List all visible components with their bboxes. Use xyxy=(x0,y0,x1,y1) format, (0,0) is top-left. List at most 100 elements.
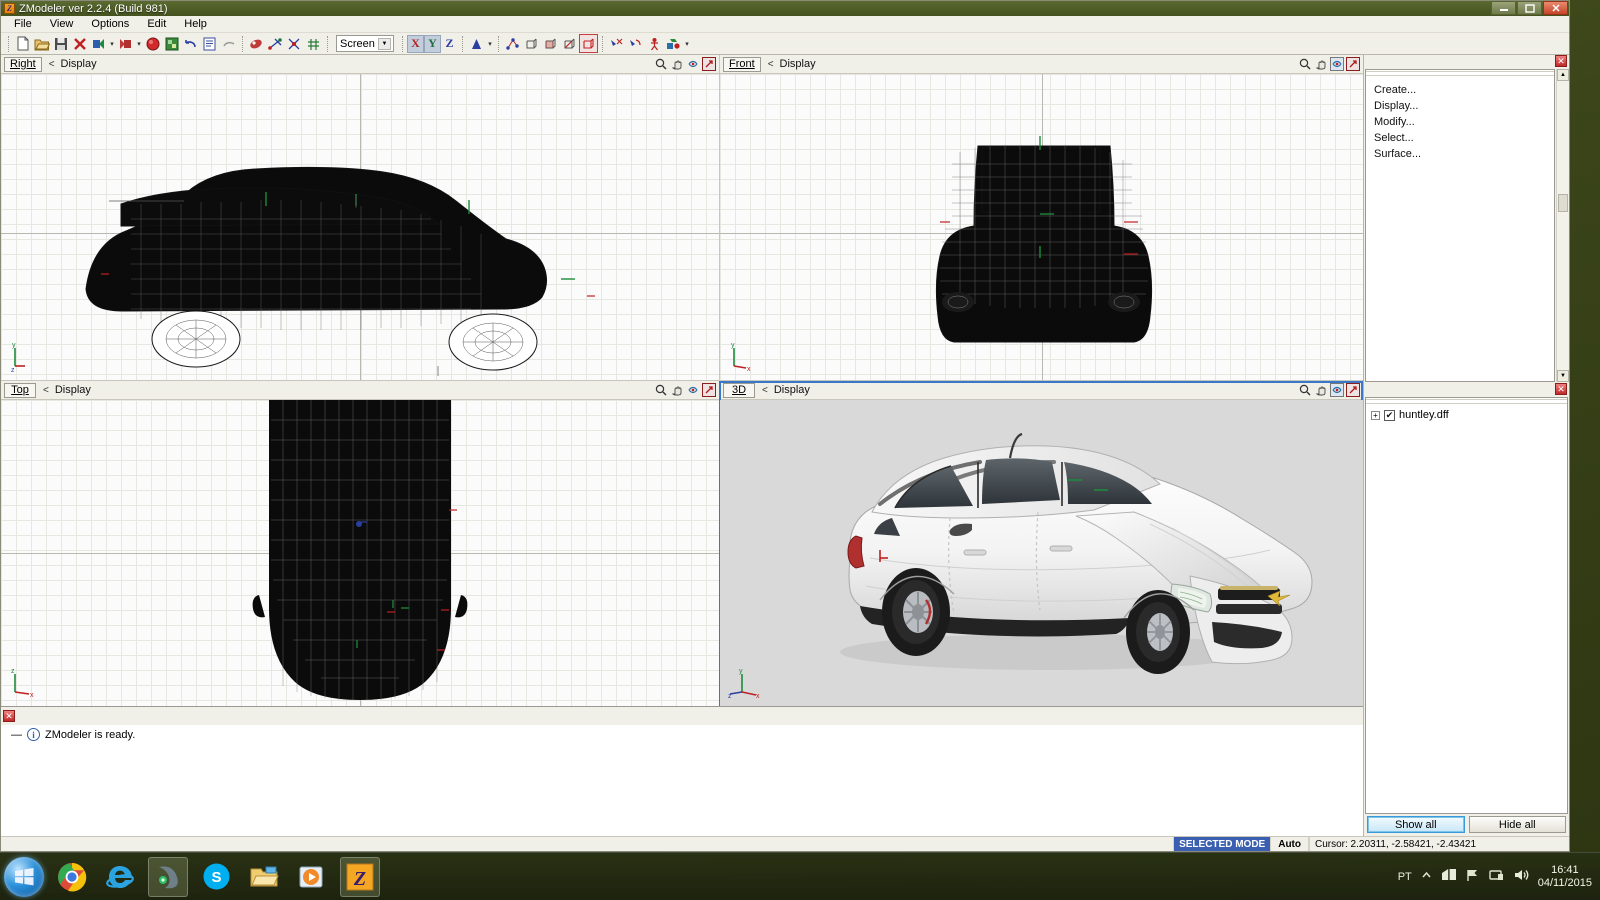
chevron-down-icon[interactable]: ▼ xyxy=(378,38,391,50)
viewport-front[interactable]: Front < Display y x xyxy=(719,55,1363,380)
close-icon[interactable]: ✕ xyxy=(3,710,15,722)
pan-icon[interactable] xyxy=(670,383,684,397)
maximize-button[interactable] xyxy=(1517,1,1542,15)
viewport-right-name[interactable]: Right xyxy=(4,56,42,72)
zoom-icon[interactable] xyxy=(1298,57,1312,71)
pan-icon[interactable] xyxy=(1314,383,1328,397)
coordinate-system-select[interactable]: Screen ▼ xyxy=(336,35,394,52)
expand-icon[interactable]: + xyxy=(1371,410,1380,420)
close-icon[interactable]: ✕ xyxy=(1555,55,1567,67)
command-display[interactable]: Display... xyxy=(1374,98,1554,114)
select-vertex-icon[interactable] xyxy=(503,34,522,53)
gizmo-cone-icon[interactable] xyxy=(467,34,486,53)
edge-snap-icon[interactable] xyxy=(285,34,304,53)
status-auto-toggle[interactable]: Auto xyxy=(1270,837,1309,851)
menu-options[interactable]: Options xyxy=(82,16,138,32)
select-object-icon[interactable] xyxy=(560,34,579,53)
taskbar-media-player-icon[interactable] xyxy=(292,857,332,897)
render-icon[interactable] xyxy=(143,34,162,53)
viewport-top[interactable]: Top < Display z x xyxy=(1,381,719,706)
minimize-button[interactable] xyxy=(1491,1,1516,15)
import-icon[interactable] xyxy=(89,34,108,53)
tray-language-indicator[interactable]: PT xyxy=(1398,871,1412,883)
maximize-icon[interactable] xyxy=(702,57,716,71)
network-icon[interactable] xyxy=(1441,868,1457,885)
select-element-icon[interactable] xyxy=(579,34,598,53)
paint-select-icon[interactable] xyxy=(607,34,626,53)
maximize-icon[interactable] xyxy=(702,383,716,397)
taskbar-chrome-icon[interactable] xyxy=(52,857,92,897)
grid-snap-icon[interactable] xyxy=(304,34,323,53)
visibility-checkbox[interactable]: ✔ xyxy=(1384,409,1395,421)
redo-icon[interactable] xyxy=(219,34,238,53)
rotate-icon[interactable] xyxy=(1330,57,1344,71)
export-dropdown-arrow-icon[interactable]: ▾ xyxy=(135,34,143,53)
export-icon[interactable] xyxy=(116,34,135,53)
viewport-front-display-mode[interactable]: Display xyxy=(780,58,816,70)
show-all-button[interactable]: Show all xyxy=(1367,816,1465,833)
zoom-icon[interactable] xyxy=(1298,383,1312,397)
viewport-3d[interactable]: 3D < Display y z x xyxy=(719,381,1363,706)
zoom-icon[interactable] xyxy=(654,57,668,71)
viewport-3d-canvas[interactable]: y z x xyxy=(720,400,1363,706)
scroll-up-button[interactable]: ▲ xyxy=(1557,69,1569,81)
pan-icon[interactable] xyxy=(1314,57,1328,71)
viewport-right-display-mode[interactable]: Display xyxy=(61,58,97,70)
viewport-top-canvas[interactable]: z x xyxy=(1,400,719,706)
properties-icon[interactable] xyxy=(200,34,219,53)
command-panel-scrollbar[interactable]: ▲ ▼ xyxy=(1556,69,1569,382)
close-icon[interactable]: ✕ xyxy=(1555,383,1567,395)
import-dropdown-arrow-icon[interactable]: ▾ xyxy=(108,34,116,53)
taskbar-internet-explorer-icon[interactable] xyxy=(100,857,140,897)
object-tree-row[interactable]: + ✔ huntley.dff xyxy=(1366,406,1567,421)
viewport-right-canvas[interactable]: y z xyxy=(1,74,719,380)
dummy-object-icon[interactable] xyxy=(645,34,664,53)
scroll-down-button[interactable]: ▼ xyxy=(1557,370,1569,382)
lasso-select-icon[interactable] xyxy=(626,34,645,53)
menu-file[interactable]: File xyxy=(5,16,41,32)
scene-objects-icon[interactable] xyxy=(664,34,683,53)
hide-all-button[interactable]: Hide all xyxy=(1468,816,1566,833)
taskbar-skype-icon[interactable]: S xyxy=(196,857,236,897)
snap-icon[interactable] xyxy=(247,34,266,53)
taskbar-clock[interactable]: 16:41 04/11/2015 xyxy=(1538,864,1592,890)
viewport-top-display-mode[interactable]: Display xyxy=(55,384,91,396)
viewport-front-menu-chevron-icon[interactable]: < xyxy=(768,59,774,70)
close-button[interactable] xyxy=(1543,1,1568,15)
menu-edit[interactable]: Edit xyxy=(138,16,175,32)
viewport-front-canvas[interactable]: y x xyxy=(720,74,1363,380)
rotate-icon[interactable] xyxy=(686,57,700,71)
viewport-top-name[interactable]: Top xyxy=(4,382,36,398)
menu-help[interactable]: Help xyxy=(175,16,216,32)
log-panel-body[interactable]: — i ZModeler is ready. xyxy=(1,725,1363,836)
open-file-icon[interactable] xyxy=(32,34,51,53)
maximize-icon[interactable] xyxy=(1346,57,1360,71)
vertex-snap-icon[interactable] xyxy=(266,34,285,53)
gizmo-dropdown-arrow-icon[interactable]: ▾ xyxy=(486,34,494,53)
scene-dropdown-arrow-icon[interactable]: ▾ xyxy=(683,34,691,53)
zoom-icon[interactable] xyxy=(654,383,668,397)
command-surface[interactable]: Surface... xyxy=(1374,146,1554,162)
maximize-icon[interactable] xyxy=(1346,383,1360,397)
select-face-icon[interactable] xyxy=(522,34,541,53)
taskbar-file-explorer-icon[interactable] xyxy=(244,857,284,897)
undo-icon[interactable] xyxy=(181,34,200,53)
delete-icon[interactable] xyxy=(70,34,89,53)
flag-action-center-icon[interactable] xyxy=(1466,868,1480,885)
pan-icon[interactable] xyxy=(670,57,684,71)
axis-z-toggle[interactable]: Z xyxy=(441,35,458,53)
viewport-front-name[interactable]: Front xyxy=(723,56,761,72)
taskbar-daemon-tools-icon[interactable] xyxy=(148,856,188,897)
viewport-3d-name[interactable]: 3D xyxy=(723,382,755,398)
command-select[interactable]: Select... xyxy=(1374,130,1554,146)
new-file-icon[interactable] xyxy=(13,34,32,53)
show-hidden-icons[interactable] xyxy=(1421,870,1432,884)
scrollbar-thumb[interactable] xyxy=(1558,194,1568,213)
command-create[interactable]: Create... xyxy=(1374,82,1554,98)
viewport-3d-display-mode[interactable]: Display xyxy=(774,384,810,396)
menu-view[interactable]: View xyxy=(41,16,83,32)
rotate-icon[interactable] xyxy=(686,383,700,397)
start-orb-icon[interactable] xyxy=(4,856,44,897)
viewport-right[interactable]: Right < Display y z xyxy=(1,55,719,380)
materials-icon[interactable] xyxy=(162,34,181,53)
